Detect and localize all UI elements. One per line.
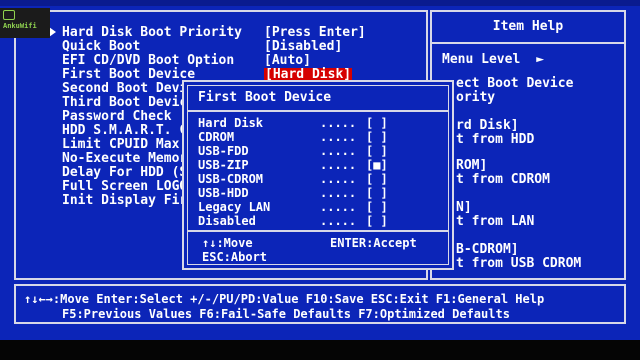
setting-label: Second Boot Devic <box>62 81 196 96</box>
setting-value[interactable]: [Auto] <box>264 54 311 68</box>
option-checkbox[interactable]: [ ] <box>366 116 388 130</box>
option-checkbox[interactable]: [■] <box>366 158 388 172</box>
setting-label: Password Check <box>62 109 172 124</box>
option-dots: ..... <box>320 186 357 200</box>
boot-option-usb-cdrom[interactable]: USB-CDROM ..... [ ] <box>198 172 388 186</box>
popup-inner-frame: First Boot Device Hard Disk ..... [ ] CD… <box>187 85 449 265</box>
option-label: Disabled <box>198 214 256 228</box>
option-checkbox[interactable]: [ ] <box>366 186 388 200</box>
setting-label: Quick Boot <box>62 39 141 54</box>
boot-option-disabled[interactable]: Disabled ..... [ ] <box>198 214 388 228</box>
option-label: USB-ZIP <box>198 158 249 172</box>
setting-efi-cd-dvd-boot-option[interactable]: EFI CD/DVD Boot Option [Auto] <box>62 53 311 68</box>
title-bar <box>0 0 640 6</box>
boot-option-cdrom[interactable]: CDROM ..... [ ] <box>198 130 388 144</box>
camera-icon <box>3 10 15 20</box>
popup-accept-hint: ENTER:Accept <box>330 236 417 250</box>
setting-label: EFI CD/DVD Boot Option <box>62 53 235 68</box>
setting-value[interactable]: [Press Enter] <box>264 26 366 40</box>
setting-label: Limit CPUID Max. <box>62 137 188 152</box>
option-dots: ..... <box>320 172 357 186</box>
footer-keys-line-2: F5:Previous Values F6:Fail-Safe Defaults… <box>62 307 510 321</box>
option-label: USB-CDROM <box>198 172 264 186</box>
option-checkbox[interactable]: [ ] <box>366 130 388 144</box>
option-dots: ..... <box>320 158 357 172</box>
setting-label: Delay For HDD (Se <box>62 165 196 180</box>
help-text-line: t from HDD <box>456 132 535 147</box>
popup-move-hint: ↑↓:Move <box>202 236 253 250</box>
bios-screen: Hard Disk Boot Priority [Press Enter] Qu… <box>0 0 640 340</box>
option-dots: ..... <box>320 144 357 158</box>
setting-label: Init Display Firs <box>62 193 196 208</box>
help-text-line: B-CDROM] <box>456 242 519 257</box>
item-help-title: Item Help <box>432 12 624 44</box>
setting-hard-disk-boot-priority[interactable]: Hard Disk Boot Priority [Press Enter] <box>62 25 366 40</box>
footer-keys-line-1: ↑↓←→:Move Enter:Select +/-/PU/PD:Value F… <box>24 292 545 306</box>
option-checkbox[interactable]: [ ] <box>366 214 388 228</box>
channel-logo-text: AnkuWifi <box>3 22 37 30</box>
option-dots: ..... <box>320 214 357 228</box>
option-label: USB-HDD <box>198 186 249 200</box>
monitor-bezel <box>0 340 640 360</box>
first-boot-device-popup: First Boot Device Hard Disk ..... [ ] CD… <box>182 80 454 270</box>
boot-option-usb-hdd[interactable]: USB-HDD ..... [ ] <box>198 186 388 200</box>
boot-option-usb-fdd[interactable]: USB-FDD ..... [ ] <box>198 144 388 158</box>
channel-logo: AnkuWifi <box>0 8 50 38</box>
menu-level: Menu Level ► <box>442 52 544 67</box>
setting-hdd-smart[interactable]: HDD S.M.A.R.T. Ca <box>62 124 195 138</box>
setting-password-check[interactable]: Password Check <box>62 110 172 124</box>
setting-label: HDD S.M.A.R.T. Ca <box>62 123 196 138</box>
setting-second-boot-device[interactable]: Second Boot Devic <box>62 82 195 96</box>
menu-level-arrow-icon: ► <box>536 52 545 67</box>
setting-label: First Boot Device <box>62 67 196 82</box>
setting-delay-for-hdd[interactable]: Delay For HDD (Se <box>62 166 195 180</box>
help-text-line: ect Boot Device <box>456 76 574 91</box>
option-label: USB-FDD <box>198 144 249 158</box>
option-checkbox[interactable]: [ ] <box>366 144 388 158</box>
setting-label: Hard Disk Boot Priority <box>62 25 243 40</box>
option-dots: ..... <box>320 116 357 130</box>
option-label: CDROM <box>198 130 235 144</box>
setting-quick-boot[interactable]: Quick Boot [Disabled] <box>62 39 342 54</box>
setting-third-boot-device[interactable]: Third Boot Device <box>62 96 195 110</box>
setting-no-execute-memory[interactable]: No-Execute Memory <box>62 152 195 166</box>
setting-first-boot-device[interactable]: First Boot Device [Hard Disk] <box>62 67 353 82</box>
boot-option-usb-zip[interactable]: USB-ZIP ..... [■] <box>198 158 388 172</box>
help-text-line: t from LAN <box>456 214 535 229</box>
option-label: Legacy LAN <box>198 200 271 214</box>
popup-title: First Boot Device <box>198 90 332 105</box>
popup-abort-hint: ESC:Abort <box>202 250 268 264</box>
help-text-line: t from USB CDROM <box>456 256 582 271</box>
setting-value[interactable]: [Disabled] <box>264 40 342 54</box>
boot-option-hard-disk[interactable]: Hard Disk ..... [ ] <box>198 116 388 130</box>
item-help-panel: Item Help Menu Level ► ect Boot Device or… <box>430 10 626 280</box>
option-checkbox[interactable]: [ ] <box>366 200 388 214</box>
popup-divider <box>188 230 448 232</box>
setting-label: Full Screen LOGO <box>62 179 188 194</box>
help-text-line: N] <box>456 200 472 215</box>
option-label: Hard Disk <box>198 116 264 130</box>
setting-label: No-Execute Memory <box>62 151 196 166</box>
setting-limit-cpuid[interactable]: Limit CPUID Max. <box>62 138 187 152</box>
key-help-footer: ↑↓←→:Move Enter:Select +/-/PU/PD:Value F… <box>14 284 626 324</box>
setting-init-display-first[interactable]: Init Display Firs <box>62 194 195 208</box>
help-text-line: t from CDROM <box>456 172 550 187</box>
option-checkbox[interactable]: [ ] <box>366 172 388 186</box>
boot-option-legacy-lan[interactable]: Legacy LAN ..... [ ] <box>198 200 388 214</box>
selection-arrow-icon <box>49 27 56 37</box>
option-dots: ..... <box>320 130 357 144</box>
menu-level-label: Menu Level <box>442 52 521 67</box>
option-dots: ..... <box>320 200 357 214</box>
help-text-line: ROM] <box>456 158 488 173</box>
setting-full-screen-logo[interactable]: Full Screen LOGO <box>62 180 187 194</box>
setting-label: Third Boot Device <box>62 95 196 110</box>
help-text-line: ority <box>456 90 496 105</box>
help-text-line: rd Disk] <box>456 118 519 133</box>
popup-divider <box>188 110 448 112</box>
